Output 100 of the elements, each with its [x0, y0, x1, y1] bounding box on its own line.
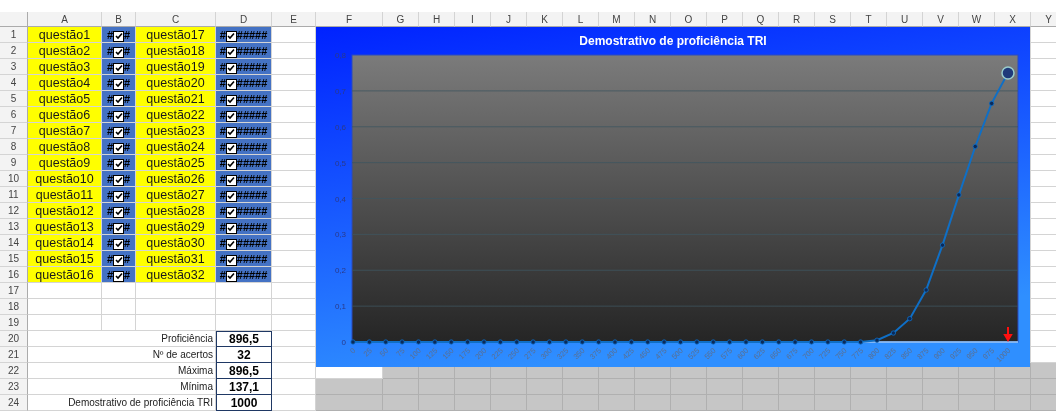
data-point — [661, 339, 667, 345]
data-point — [465, 339, 471, 345]
row-header[interactable]: 11 — [0, 187, 28, 203]
checkbox[interactable] — [113, 158, 124, 170]
row-header[interactable]: 16 — [0, 267, 28, 283]
column-header[interactable]: T — [851, 12, 887, 27]
column-header[interactable]: D — [216, 12, 272, 27]
row-header[interactable]: 2 — [0, 43, 28, 59]
table-cell: questão4 — [28, 75, 102, 91]
column-header[interactable]: S — [815, 12, 851, 27]
checkbox[interactable] — [225, 78, 237, 90]
row-label: Máxima — [178, 365, 213, 376]
column-header[interactable]: U — [887, 12, 923, 27]
empty-cell — [272, 363, 316, 379]
checkbox[interactable] — [225, 174, 237, 186]
cell-text: # — [219, 220, 226, 233]
checkbox[interactable] — [113, 142, 124, 154]
checkbox[interactable] — [225, 190, 237, 202]
checkbox[interactable] — [225, 158, 237, 170]
row-header[interactable]: 17 — [0, 283, 28, 299]
column-header[interactable]: B — [102, 12, 136, 27]
checkbox[interactable] — [113, 94, 124, 106]
column-header[interactable]: Q — [743, 12, 779, 27]
checkbox[interactable] — [113, 238, 124, 250]
row-header[interactable]: 23 — [0, 379, 28, 395]
checkbox[interactable] — [113, 270, 124, 282]
row-header[interactable]: 21 — [0, 347, 28, 363]
checkbox[interactable] — [113, 190, 124, 202]
column-header[interactable]: X — [995, 12, 1031, 27]
row-header[interactable]: 9 — [0, 155, 28, 171]
column-header[interactable]: N — [635, 12, 671, 27]
column-header[interactable]: H — [419, 12, 455, 27]
checkbox[interactable] — [113, 174, 124, 186]
row-header[interactable]: 13 — [0, 219, 28, 235]
column-header[interactable]: O — [671, 12, 707, 27]
cell-text: # — [124, 28, 131, 41]
row-header[interactable]: 12 — [0, 203, 28, 219]
row-header[interactable]: 5 — [0, 91, 28, 107]
checkbox[interactable] — [225, 46, 237, 58]
data-point — [694, 339, 700, 345]
checkbox[interactable] — [225, 222, 237, 234]
column-header[interactable]: G — [383, 12, 419, 27]
checkbox[interactable] — [225, 254, 237, 266]
checkbox[interactable] — [113, 30, 124, 42]
checkbox[interactable] — [225, 206, 237, 218]
row-header[interactable]: 8 — [0, 139, 28, 155]
column-header[interactable]: J — [491, 12, 527, 27]
column-header[interactable]: I — [455, 12, 491, 27]
column-header[interactable]: A — [28, 12, 102, 27]
cell-text: # — [106, 108, 113, 121]
checkbox[interactable] — [225, 142, 237, 154]
checkbox[interactable] — [225, 270, 237, 282]
checkbox[interactable] — [113, 222, 124, 234]
checkbox[interactable] — [225, 62, 237, 74]
column-header[interactable]: E — [272, 12, 316, 27]
column-header[interactable]: W — [959, 12, 995, 27]
row-header[interactable]: 19 — [0, 315, 28, 331]
row-header[interactable]: 22 — [0, 363, 28, 379]
checkbox[interactable] — [113, 46, 124, 58]
checkbox[interactable] — [113, 126, 124, 138]
cell-text: # — [219, 268, 226, 281]
column-header[interactable]: R — [779, 12, 815, 27]
row-header[interactable]: 7 — [0, 123, 28, 139]
row-header[interactable]: 14 — [0, 235, 28, 251]
checkbox[interactable] — [113, 62, 124, 74]
column-header[interactable]: V — [923, 12, 959, 27]
row-header[interactable]: 3 — [0, 59, 28, 75]
checkbox[interactable] — [225, 110, 237, 122]
row-header[interactable]: 24 — [0, 395, 28, 411]
empty-cell — [216, 299, 272, 315]
checkbox[interactable] — [225, 126, 237, 138]
row-header[interactable]: 10 — [0, 171, 28, 187]
row-header[interactable]: 6 — [0, 107, 28, 123]
checkbox[interactable] — [113, 110, 124, 122]
row-header[interactable]: 1 — [0, 27, 28, 43]
table-cell: questão2 — [28, 43, 102, 59]
checkbox[interactable] — [225, 30, 237, 42]
column-header[interactable]: Y — [1031, 12, 1056, 27]
checkbox[interactable] — [113, 78, 124, 90]
column-header[interactable]: P — [707, 12, 743, 27]
column-header[interactable]: L — [563, 12, 599, 27]
cell-text: # — [124, 236, 131, 249]
checkbox[interactable] — [225, 94, 237, 106]
data-point — [497, 339, 503, 345]
data-point — [743, 339, 749, 345]
cell-text: # — [219, 188, 226, 201]
checkbox[interactable] — [113, 206, 124, 218]
row-header[interactable]: 15 — [0, 251, 28, 267]
axis-label: 0,7 — [334, 86, 346, 96]
row-header[interactable]: 20 — [0, 331, 28, 347]
column-header[interactable]: K — [527, 12, 563, 27]
column-header[interactable]: F — [316, 12, 383, 27]
chart-title: Demostrativo de proficiência TRI — [579, 34, 767, 48]
axis-label: 0,1 — [334, 302, 346, 312]
checkbox[interactable] — [225, 238, 237, 250]
column-header[interactable]: C — [136, 12, 216, 27]
row-header[interactable]: 18 — [0, 299, 28, 315]
row-header[interactable]: 4 — [0, 75, 28, 91]
column-header[interactable]: M — [599, 12, 635, 27]
checkbox[interactable] — [113, 254, 124, 266]
